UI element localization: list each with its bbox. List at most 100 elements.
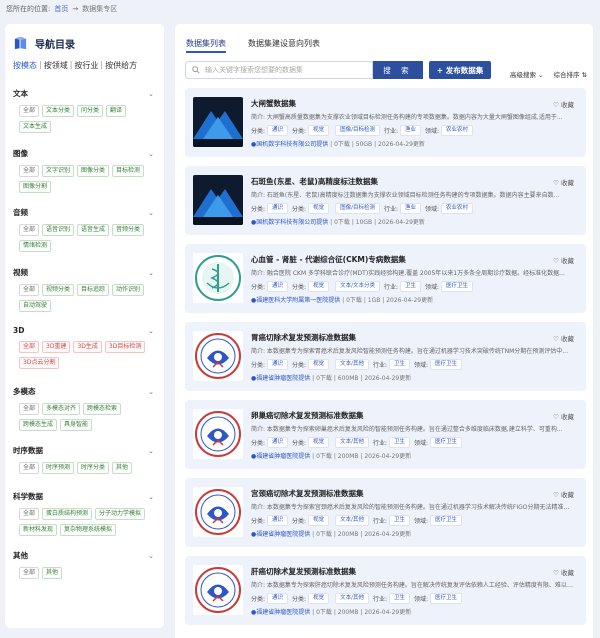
category-tag[interactable]: 通识: [267, 203, 289, 214]
category-tag[interactable]: 3D重建: [42, 341, 71, 353]
category-tag[interactable]: 3D点云分割: [19, 357, 60, 369]
provider-name[interactable]: ●国机数字科技有限公司提供: [251, 219, 328, 226]
provider-name[interactable]: ●福建省肿瘤医院提供: [251, 453, 310, 460]
category-header[interactable]: 3D ⌄: [5, 326, 164, 335]
dataset-card[interactable]: 宫颈癌切除术复发预测标准数据集 ♡ 收藏 简介: 本数据集专为探索宫颈癌术后复发风险…: [185, 478, 586, 547]
category-tag[interactable]: 全部: [19, 462, 40, 474]
category-tag[interactable]: 跨模态检索: [83, 403, 122, 415]
industry-tag[interactable]: 卫生: [388, 359, 410, 370]
dataset-title[interactable]: 大闸蟹数据集: [251, 98, 296, 109]
category-tag[interactable]: 时序预测: [42, 462, 75, 474]
dataset-title[interactable]: 宫颈癌切除术复发预测标准数据集: [251, 488, 364, 499]
industry-tag[interactable]: 卫生: [388, 593, 410, 604]
dataset-card[interactable]: 卵巢癌切除术复发预测标准数据集 ♡ 收藏 简介: 本数据集专为探索卵巢癌术后复发风险…: [185, 400, 586, 469]
provider-name[interactable]: ●国机数字科技有限公司提供: [251, 141, 328, 148]
category-tag[interactable]: 全部: [19, 508, 40, 520]
category-tag[interactable]: 语音识别: [42, 224, 75, 236]
category-tag[interactable]: 文本生成: [19, 121, 52, 133]
category-tag[interactable]: 音频分类: [112, 224, 145, 236]
favorite-button[interactable]: ♡ 收藏: [553, 567, 574, 577]
category-tag[interactable]: 情绪检测: [19, 240, 52, 252]
dataset-title[interactable]: 胃癌切除术复发预测标准数据集: [251, 332, 356, 343]
task-tag[interactable]: 文本/文本分类: [335, 281, 380, 292]
dataset-card[interactable]: 大闸蟹数据集 ♡ 收藏 简介: 大闸蟹高质量数据集为支撑农业领域目标检测任务构建的专…: [185, 88, 586, 157]
chevron-down-icon[interactable]: ⌄: [148, 90, 154, 98]
category-tag[interactable]: 全部: [19, 567, 40, 579]
chevron-down-icon[interactable]: ⌄: [148, 552, 154, 560]
category-tag[interactable]: 蛋白质结构预测: [42, 508, 93, 520]
field-tag[interactable]: 医疗卫生: [430, 515, 463, 526]
sort-link[interactable]: 综合排序 ⇅: [553, 69, 587, 79]
industry-tag[interactable]: 卫生: [388, 437, 410, 448]
category-tag[interactable]: 通识: [267, 281, 289, 292]
mode-tab-provider[interactable]: 按供给方: [105, 60, 139, 71]
category-header[interactable]: 图像 ⌄: [5, 148, 164, 159]
industry-tag[interactable]: 卫生: [388, 515, 410, 526]
task-tag[interactable]: 文本/其他: [335, 515, 369, 526]
category-tag[interactable]: 全部: [19, 403, 40, 415]
publish-dataset-button[interactable]: + 发布数据集: [429, 61, 491, 79]
modality-tag[interactable]: 视觉: [308, 515, 330, 526]
provider-name[interactable]: ●福建省肿瘤医院提供: [251, 609, 310, 616]
category-tag[interactable]: 全部: [19, 341, 40, 353]
chevron-down-icon[interactable]: ⌄: [148, 493, 154, 501]
favorite-button[interactable]: ♡ 收藏: [553, 333, 574, 343]
category-tag[interactable]: 文本分类: [42, 105, 75, 117]
category-tag[interactable]: 跨模态生成: [19, 419, 58, 431]
field-tag[interactable]: 医疗卫生: [441, 281, 474, 292]
search-input[interactable]: 输入关键字搜索您想要的数据集: [185, 61, 373, 79]
modality-tag[interactable]: 视觉: [308, 203, 330, 214]
provider-name[interactable]: ●福建省肿瘤医院提供: [251, 375, 310, 382]
search-button[interactable]: 搜 索: [373, 61, 423, 79]
category-tag[interactable]: 翻译: [106, 105, 127, 117]
category-tag[interactable]: 其他: [112, 462, 133, 474]
modality-tag[interactable]: 视觉: [308, 281, 330, 292]
field-tag[interactable]: 医疗卫生: [430, 437, 463, 448]
category-tag[interactable]: 全部: [19, 224, 40, 236]
task-tag[interactable]: 文本/其他: [335, 437, 369, 448]
category-tag[interactable]: 全部: [19, 165, 40, 177]
category-tag[interactable]: 通识: [267, 359, 289, 370]
category-header[interactable]: 时序数据 ⌄: [5, 445, 164, 456]
dataset-title[interactable]: 石斑鱼(东星、老鼠)高精度标注数据集: [251, 176, 378, 187]
modality-tag[interactable]: 视觉: [308, 593, 330, 604]
task-tag[interactable]: 图像/目标检测: [335, 125, 380, 136]
category-tag[interactable]: 通识: [267, 515, 289, 526]
category-tag[interactable]: 动作识别: [112, 284, 145, 296]
tab-dataset-list[interactable]: 数据集列表: [186, 38, 226, 54]
category-tag[interactable]: 图像分类: [77, 165, 110, 177]
mode-tab-domain[interactable]: 按领域: [44, 60, 70, 71]
category-tag[interactable]: 自动驾驶: [19, 300, 52, 312]
field-tag[interactable]: 农业农村: [441, 203, 474, 214]
favorite-button[interactable]: ♡ 收藏: [553, 177, 574, 187]
category-header[interactable]: 科学数据 ⌄: [5, 491, 164, 502]
category-tag[interactable]: 目标检测: [112, 165, 145, 177]
dataset-title[interactable]: 卵巢癌切除术复发预测标准数据集: [251, 410, 364, 421]
industry-tag[interactable]: 渔业: [399, 203, 421, 214]
category-tag[interactable]: 图像分割: [19, 181, 52, 193]
category-tag[interactable]: 通识: [267, 593, 289, 604]
category-header[interactable]: 音频 ⌄: [5, 207, 164, 218]
advanced-search-link[interactable]: 高级搜索 ⌄: [510, 69, 544, 79]
task-tag[interactable]: 图像/目标检测: [335, 203, 380, 214]
field-tag[interactable]: 农业农村: [441, 125, 474, 136]
chevron-down-icon[interactable]: ⌄: [148, 447, 154, 455]
category-tag[interactable]: 多模态对齐: [42, 403, 81, 415]
mode-tab-industry[interactable]: 按行业: [74, 60, 100, 71]
dataset-card[interactable]: 心血管 - 肾脏 - 代谢综合征(CKM)专病数据集 ♡ 收藏 简介: 融合医院 C…: [185, 244, 586, 313]
field-tag[interactable]: 医疗卫生: [430, 593, 463, 604]
chevron-down-icon[interactable]: ⌄: [148, 150, 154, 158]
favorite-button[interactable]: ♡ 收藏: [553, 255, 574, 265]
breadcrumb-home-link[interactable]: 首页: [54, 4, 68, 14]
industry-tag[interactable]: 卫生: [399, 281, 421, 292]
category-tag[interactable]: 通识: [267, 437, 289, 448]
category-tag[interactable]: 全部: [19, 284, 40, 296]
category-tag[interactable]: 3D生成: [73, 341, 102, 353]
category-header[interactable]: 其他 ⌄: [5, 550, 164, 561]
chevron-down-icon[interactable]: ⌄: [148, 269, 154, 277]
category-tag[interactable]: 语音生成: [77, 224, 110, 236]
provider-name[interactable]: ●福建省肿瘤医院提供: [251, 531, 310, 538]
category-tag[interactable]: 时序分类: [77, 462, 110, 474]
modality-tag[interactable]: 视觉: [308, 437, 330, 448]
dataset-card[interactable]: 石斑鱼(东星、老鼠)高精度标注数据集 ♡ 收藏 简介: 石斑鱼(东星、老鼠)高精度标…: [185, 166, 586, 235]
